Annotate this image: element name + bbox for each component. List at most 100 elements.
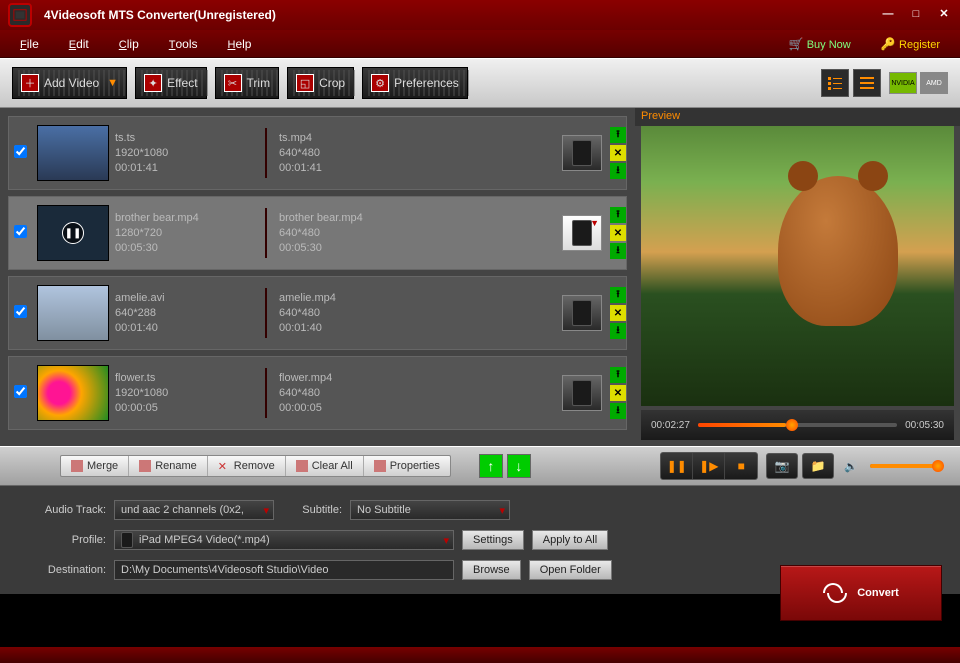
- output-profile-button[interactable]: [562, 135, 602, 171]
- pause-overlay-icon: ❚❚: [62, 222, 84, 244]
- trim-button[interactable]: ✂Trim: [215, 67, 280, 99]
- browse-button[interactable]: Browse: [462, 560, 521, 580]
- item-up-button[interactable]: ⭱: [610, 287, 626, 303]
- clear-all-button[interactable]: Clear All: [286, 456, 364, 476]
- preview-video[interactable]: [641, 126, 954, 406]
- effect-icon: ✦: [144, 74, 162, 92]
- item-up-button[interactable]: ⭱: [610, 127, 626, 143]
- action-bar: Merge Rename ✕Remove Clear All Propertie…: [0, 446, 960, 486]
- effect-button[interactable]: ✦Effect: [135, 67, 206, 99]
- buy-now-link[interactable]: 🛒 Buy Now: [788, 37, 850, 51]
- item-down-button[interactable]: ⭳: [610, 403, 626, 419]
- file-item[interactable]: amelie.avi640*28800:01:40amelie.mp4640*4…: [8, 276, 627, 350]
- menu-clip[interactable]: Clip: [119, 37, 139, 51]
- subtitle-combo[interactable]: No Subtitle: [350, 500, 510, 520]
- snapshot-button[interactable]: 📷: [766, 453, 798, 479]
- scissors-icon: ✂: [224, 74, 242, 92]
- file-checkbox[interactable]: [14, 145, 27, 158]
- minimize-button[interactable]: —: [880, 7, 896, 23]
- rename-button[interactable]: Rename: [129, 456, 208, 476]
- apply-to-all-button[interactable]: Apply to All: [532, 530, 608, 550]
- merge-button[interactable]: Merge: [61, 456, 129, 476]
- audio-track-combo[interactable]: und aac 2 channels (0x2,: [114, 500, 274, 520]
- time-total: 00:05:30: [905, 420, 944, 431]
- convert-button[interactable]: Convert: [780, 565, 942, 621]
- preview-label: Preview: [635, 108, 960, 126]
- menu-bar: File Edit Clip Tools Help 🛒 Buy Now 🔑 Re…: [0, 30, 960, 58]
- item-down-button[interactable]: ⭳: [610, 243, 626, 259]
- chevron-down-icon[interactable]: ▼: [107, 77, 118, 89]
- title-bar: 4Videosoft MTS Converter(Unregistered) —…: [0, 0, 960, 30]
- output-info: flower.mp4640*48000:00:05: [279, 371, 429, 416]
- view-detail-button[interactable]: [853, 69, 881, 97]
- output-profile-button[interactable]: [562, 375, 602, 411]
- profile-combo[interactable]: iPad MPEG4 Video(*.mp4): [114, 530, 454, 550]
- merge-icon: [71, 460, 83, 472]
- remove-button[interactable]: ✕Remove: [208, 456, 286, 476]
- source-info: ts.ts1920*108000:01:41: [115, 131, 265, 176]
- trash-icon: [296, 460, 308, 472]
- add-video-button[interactable]: ＋Add Video▼: [12, 67, 127, 99]
- step-button[interactable]: ❚▶: [693, 453, 725, 479]
- gear-icon: ⚙: [371, 74, 389, 92]
- ipad-icon: [572, 300, 592, 326]
- file-list: ts.ts1920*108000:01:41ts.mp4640*48000:01…: [0, 108, 635, 446]
- item-up-button[interactable]: ⭱: [610, 207, 626, 223]
- seek-slider[interactable]: [698, 423, 897, 427]
- output-profile-button[interactable]: [562, 295, 602, 331]
- file-thumbnail[interactable]: [37, 365, 109, 421]
- ipad-icon: [121, 532, 133, 548]
- pause-button[interactable]: ❚❚: [661, 453, 693, 479]
- item-delete-button[interactable]: ✕: [610, 305, 626, 321]
- file-checkbox[interactable]: [14, 225, 27, 238]
- destination-label: Destination:: [18, 564, 106, 576]
- properties-button[interactable]: Properties: [364, 456, 450, 476]
- output-profile-button[interactable]: ▼: [562, 215, 602, 251]
- file-item[interactable]: ❚❚brother bear.mp41280*72000:05:30brothe…: [8, 196, 627, 270]
- stop-button[interactable]: ■: [725, 453, 757, 479]
- view-list-button[interactable]: [821, 69, 849, 97]
- settings-button[interactable]: Settings: [462, 530, 524, 550]
- maximize-button[interactable]: □: [908, 7, 924, 23]
- register-link[interactable]: 🔑 Register: [881, 37, 940, 51]
- amd-badge: AMD: [920, 72, 948, 94]
- move-up-button[interactable]: ↑: [479, 454, 503, 478]
- item-down-button[interactable]: ⭳: [610, 163, 626, 179]
- item-up-button[interactable]: ⭱: [610, 367, 626, 383]
- snapshot-folder-button[interactable]: 📁: [802, 453, 834, 479]
- file-thumbnail[interactable]: [37, 125, 109, 181]
- file-thumbnail[interactable]: ❚❚: [37, 205, 109, 261]
- menu-tools[interactable]: Tools: [169, 37, 198, 51]
- destination-field[interactable]: D:\My Documents\4Videosoft Studio\Video: [114, 560, 454, 580]
- file-item[interactable]: ts.ts1920*108000:01:41ts.mp4640*48000:01…: [8, 116, 627, 190]
- item-delete-button[interactable]: ✕: [610, 225, 626, 241]
- ipad-icon: [572, 380, 592, 406]
- file-item[interactable]: flower.ts1920*108000:00:05flower.mp4640*…: [8, 356, 627, 430]
- item-down-button[interactable]: ⭳: [610, 323, 626, 339]
- volume-slider[interactable]: [870, 464, 940, 468]
- timeline: 00:02:27 00:05:30: [641, 410, 954, 440]
- crop-button[interactable]: ◱Crop: [287, 67, 354, 99]
- item-delete-button[interactable]: ✕: [610, 145, 626, 161]
- output-info: brother bear.mp4640*48000:05:30: [279, 211, 429, 256]
- file-thumbnail[interactable]: [37, 285, 109, 341]
- file-checkbox[interactable]: [14, 385, 27, 398]
- volume-icon: 🔊: [844, 460, 858, 473]
- item-delete-button[interactable]: ✕: [610, 385, 626, 401]
- menu-edit[interactable]: Edit: [69, 37, 89, 51]
- file-checkbox[interactable]: [14, 305, 27, 318]
- preview-panel: Preview 00:02:27 00:05:30: [635, 108, 960, 446]
- subtitle-label: Subtitle:: [282, 504, 342, 516]
- remove-icon: ✕: [218, 460, 230, 472]
- open-folder-button[interactable]: Open Folder: [529, 560, 612, 580]
- menu-file[interactable]: File: [20, 37, 39, 51]
- divider: [265, 208, 267, 258]
- window-title: 4Videosoft MTS Converter(Unregistered): [44, 8, 880, 22]
- preferences-button[interactable]: ⚙Preferences: [362, 67, 468, 99]
- profile-label: Profile:: [18, 534, 106, 546]
- ipad-icon: [572, 140, 592, 166]
- menu-help[interactable]: Help: [228, 37, 252, 51]
- move-down-button[interactable]: ↓: [507, 454, 531, 478]
- close-button[interactable]: ✕: [936, 7, 952, 23]
- ipad-icon: [572, 220, 592, 246]
